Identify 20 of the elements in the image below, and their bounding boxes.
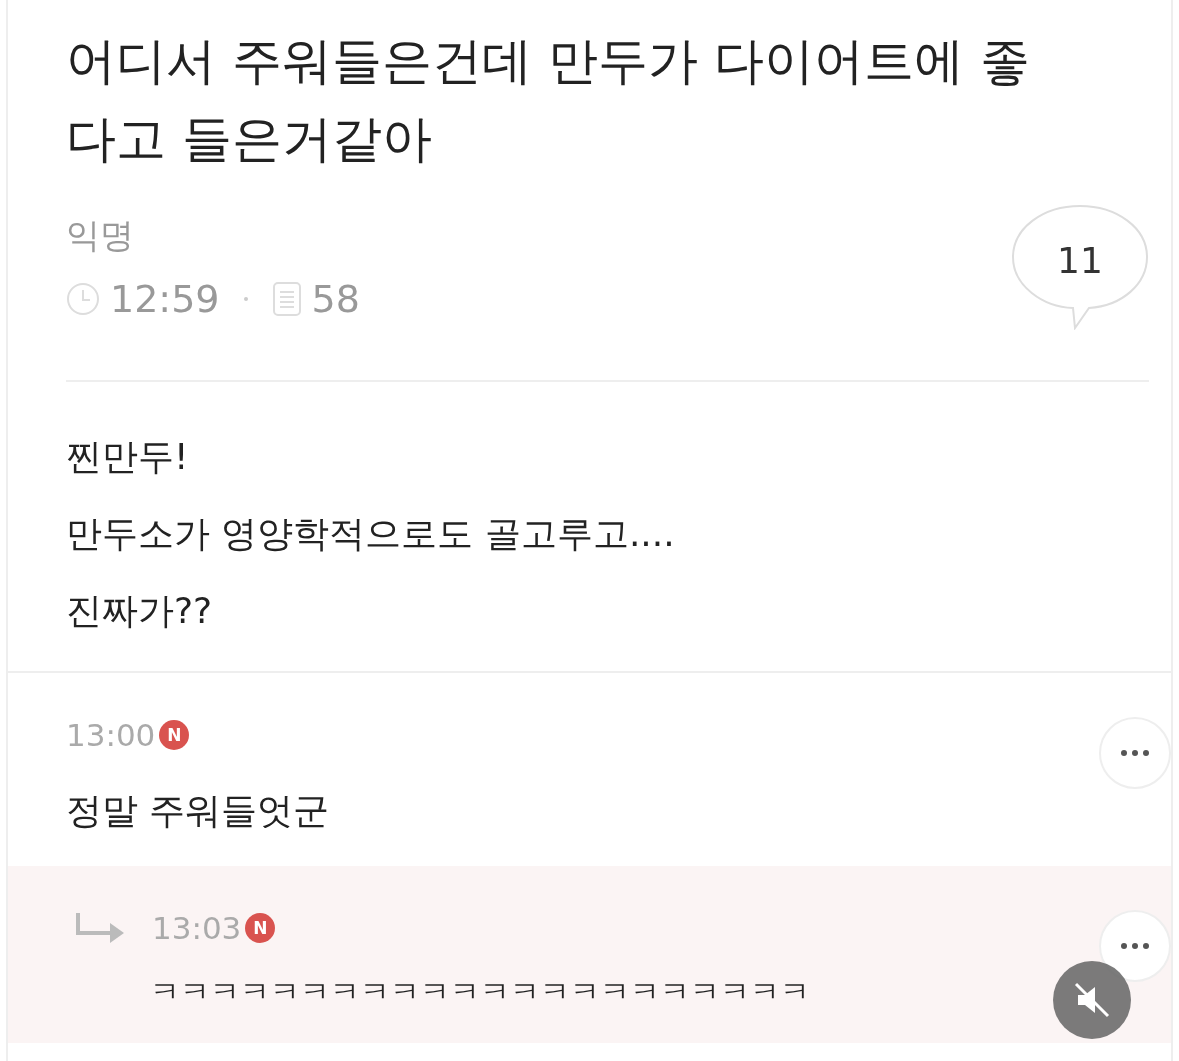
more-icon <box>1120 749 1150 757</box>
new-badge: N <box>245 913 276 943</box>
view-count: 58 <box>311 277 360 321</box>
new-badge: N <box>159 720 190 750</box>
post-title: 어디서 주워들은건데 만두가 다이어트에 좋다고 들은거같아 <box>65 31 1031 170</box>
post-time: 12:59 <box>110 277 220 321</box>
comment-count-bubble[interactable]: 11 <box>1011 204 1149 330</box>
muted-speaker-icon <box>1072 980 1112 1020</box>
reply-text: ㅋㅋㅋㅋㅋㅋㅋㅋㅋㅋㅋㅋㅋㅋㅋㅋㅋㅋㅋㅋㅋㅋ <box>150 973 810 1011</box>
document-icon <box>271 281 302 317</box>
post-body-line: 만두소가 영양학적으로도 골고루고.... <box>66 512 676 556</box>
comment-time: 13:03 <box>152 910 242 946</box>
comment-text: 정말 주워들엇군 <box>66 789 331 833</box>
more-icon <box>1120 942 1150 950</box>
author-name: 익명 <box>66 214 135 257</box>
post-body-line: 찐만두! <box>66 435 190 479</box>
post-body-line: 진짜가?? <box>66 589 214 633</box>
clock-icon <box>66 282 100 316</box>
reply-arrow-icon <box>74 911 126 945</box>
comment-time: 13:00 <box>66 717 156 753</box>
